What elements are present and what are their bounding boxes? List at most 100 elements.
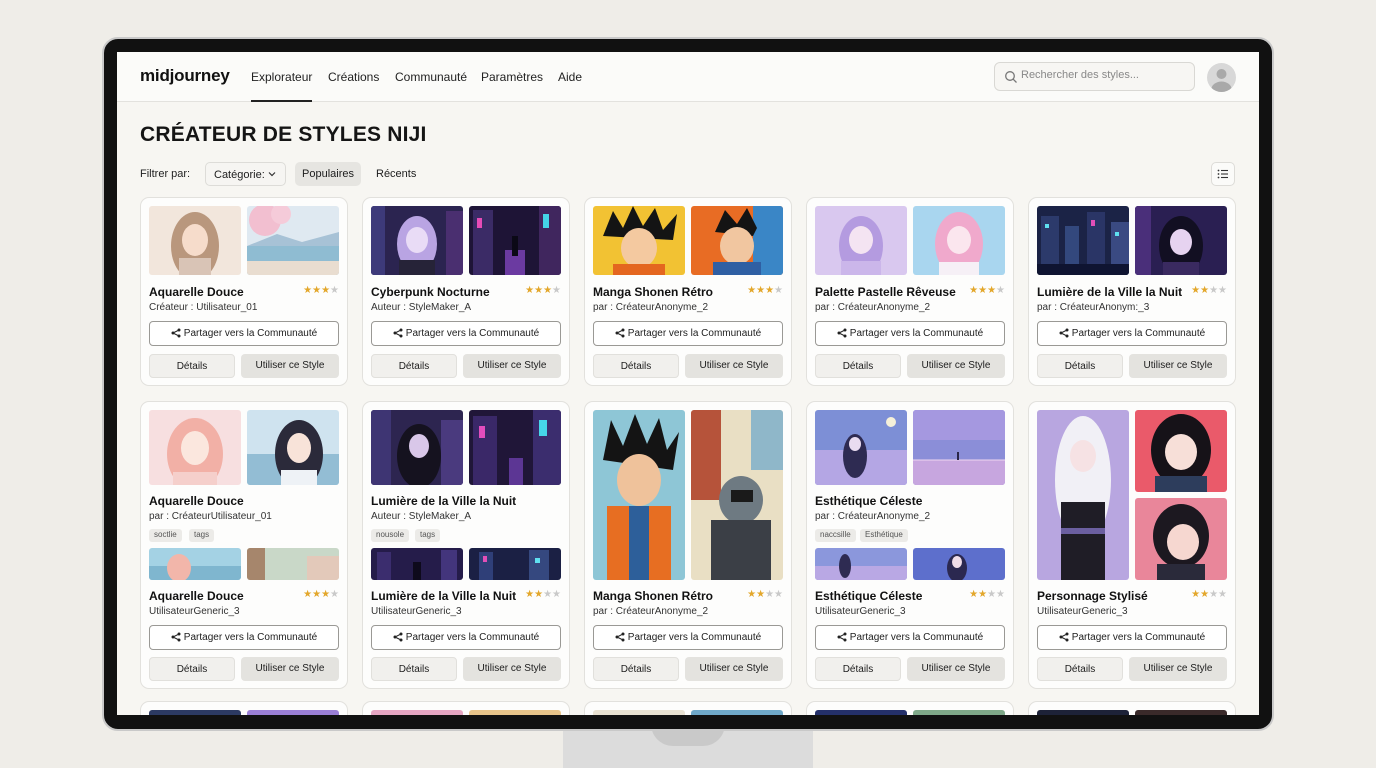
style-tag[interactable]: Esthétique bbox=[860, 529, 908, 542]
details-button[interactable]: Détails bbox=[1037, 657, 1123, 681]
share-button[interactable]: Partager vers la Communauté bbox=[815, 321, 1005, 346]
use-style-button[interactable]: Utiliser ce Style bbox=[241, 657, 339, 681]
details-button[interactable]: Détails bbox=[371, 354, 457, 378]
details-button[interactable]: Détails bbox=[1037, 354, 1123, 378]
share-icon bbox=[615, 632, 625, 642]
style-preview-image[interactable] bbox=[247, 710, 339, 715]
search-box[interactable] bbox=[994, 62, 1195, 91]
style-preview-image[interactable] bbox=[149, 206, 241, 275]
nav-creations[interactable]: Créations bbox=[328, 70, 379, 84]
style-tag[interactable]: tags bbox=[415, 529, 441, 542]
use-style-button[interactable]: Utiliser ce Style bbox=[685, 354, 783, 378]
use-style-button[interactable]: Utiliser ce Style bbox=[1129, 354, 1227, 378]
card-author: par : CréateurAnonym:_3 bbox=[1037, 302, 1150, 313]
style-preview-image[interactable] bbox=[1135, 410, 1227, 492]
style-preview-image[interactable] bbox=[913, 206, 1005, 275]
share-button[interactable]: Partager vers la Communauté bbox=[593, 625, 783, 650]
use-style-button[interactable]: Utiliser ce Style bbox=[685, 657, 783, 681]
style-tag[interactable]: naccsille bbox=[815, 529, 856, 542]
style-preview-image[interactable] bbox=[691, 206, 783, 275]
style-preview-image[interactable] bbox=[371, 410, 463, 485]
star-filled-icon: ★ bbox=[312, 285, 322, 296]
user-avatar[interactable] bbox=[1207, 63, 1236, 92]
nav-aide[interactable]: Aide bbox=[558, 70, 582, 84]
style-preview-image[interactable] bbox=[691, 410, 783, 580]
filter-recents[interactable]: Récents bbox=[369, 162, 423, 186]
style-preview-image[interactable] bbox=[1037, 710, 1129, 715]
star-filled-icon: ★ bbox=[303, 285, 313, 296]
style-tag[interactable]: soctlie bbox=[149, 529, 182, 542]
use-style-button[interactable]: Utiliser ce Style bbox=[463, 657, 561, 681]
style-preview-image[interactable] bbox=[815, 410, 907, 485]
share-button[interactable]: Partager vers la Communauté bbox=[1037, 321, 1227, 346]
style-preview-image[interactable] bbox=[247, 548, 339, 580]
style-preview-image[interactable] bbox=[469, 410, 561, 485]
details-button[interactable]: Détails bbox=[815, 657, 901, 681]
category-dropdown[interactable]: Catégorie: bbox=[205, 162, 286, 186]
list-view-button[interactable] bbox=[1211, 162, 1235, 186]
card-author: par : CréateurUtilisateur_01 bbox=[149, 511, 272, 522]
style-preview-image[interactable] bbox=[371, 710, 463, 715]
style-tag[interactable]: nousole bbox=[371, 529, 410, 542]
use-style-button[interactable]: Utiliser ce Style bbox=[1129, 657, 1227, 681]
share-icon bbox=[837, 328, 847, 338]
use-style-button[interactable]: Utiliser ce Style bbox=[907, 354, 1005, 378]
details-button[interactable]: Détails bbox=[593, 354, 679, 378]
app-logo[interactable]: midjourney bbox=[140, 66, 230, 86]
share-button[interactable]: Partager vers la Communauté bbox=[149, 625, 339, 650]
search-input[interactable] bbox=[1021, 69, 1189, 81]
nav-communaute[interactable]: Communauté bbox=[395, 70, 467, 84]
style-preview-image[interactable] bbox=[593, 206, 685, 275]
style-preview-image[interactable] bbox=[469, 710, 561, 715]
star-empty-icon: ★ bbox=[774, 589, 783, 600]
use-style-button[interactable]: Utiliser ce Style bbox=[907, 657, 1005, 681]
share-button[interactable]: Partager vers la Communauté bbox=[371, 321, 561, 346]
style-preview-image[interactable] bbox=[913, 410, 1005, 485]
share-button[interactable]: Partager vers la Communauté bbox=[371, 625, 561, 650]
style-preview-image[interactable] bbox=[691, 710, 783, 715]
details-button[interactable]: Détails bbox=[149, 354, 235, 378]
style-preview-image[interactable] bbox=[149, 410, 241, 485]
star-filled-icon: ★ bbox=[969, 285, 979, 296]
style-preview-image[interactable] bbox=[149, 710, 241, 715]
style-preview-image[interactable] bbox=[815, 710, 907, 715]
style-preview-image[interactable] bbox=[593, 710, 685, 715]
style-preview-image[interactable] bbox=[815, 548, 907, 580]
style-preview-image[interactable] bbox=[247, 206, 339, 275]
style-preview-image[interactable] bbox=[1135, 206, 1227, 275]
style-preview-image[interactable] bbox=[593, 410, 685, 580]
style-preview-image[interactable] bbox=[149, 548, 241, 580]
style-preview-image[interactable] bbox=[1037, 410, 1129, 580]
share-icon bbox=[837, 632, 847, 642]
style-preview-image[interactable] bbox=[1037, 206, 1129, 275]
chevron-down-icon bbox=[268, 172, 276, 177]
style-preview-image[interactable] bbox=[469, 206, 561, 275]
use-style-button[interactable]: Utiliser ce Style bbox=[241, 354, 339, 378]
style-tag[interactable]: tags bbox=[189, 529, 215, 542]
style-preview-image[interactable] bbox=[247, 410, 339, 485]
star-empty-icon: ★ bbox=[330, 589, 339, 600]
share-button[interactable]: Partager vers la Communauté bbox=[593, 321, 783, 346]
filter-populaires[interactable]: Populaires bbox=[295, 162, 361, 186]
style-preview-image[interactable] bbox=[1135, 710, 1227, 715]
details-button[interactable]: Détails bbox=[371, 657, 457, 681]
details-button[interactable]: Détails bbox=[815, 354, 901, 378]
style-card: Manga Shonen Rétro ★★★★ par : CréateurAn… bbox=[584, 197, 792, 386]
style-preview-image[interactable] bbox=[371, 548, 463, 580]
style-preview-image[interactable] bbox=[913, 710, 1005, 715]
star-filled-icon: ★ bbox=[303, 589, 313, 600]
share-button[interactable]: Partager vers la Communauté bbox=[815, 625, 1005, 650]
style-preview-image[interactable] bbox=[371, 206, 463, 275]
nav-explorateur[interactable]: Explorateur bbox=[251, 70, 313, 102]
nav-parametres[interactable]: Paramètres bbox=[481, 70, 543, 84]
style-preview-image[interactable] bbox=[815, 206, 907, 275]
details-button[interactable]: Détails bbox=[149, 657, 235, 681]
style-preview-image[interactable] bbox=[913, 548, 1005, 580]
share-button[interactable]: Partager vers la Communauté bbox=[149, 321, 339, 346]
style-preview-image[interactable] bbox=[1135, 498, 1227, 580]
star-empty-icon: ★ bbox=[552, 285, 561, 296]
use-style-button[interactable]: Utiliser ce Style bbox=[463, 354, 561, 378]
details-button[interactable]: Détails bbox=[593, 657, 679, 681]
share-button[interactable]: Partager vers la Communauté bbox=[1037, 625, 1227, 650]
style-preview-image[interactable] bbox=[469, 548, 561, 580]
